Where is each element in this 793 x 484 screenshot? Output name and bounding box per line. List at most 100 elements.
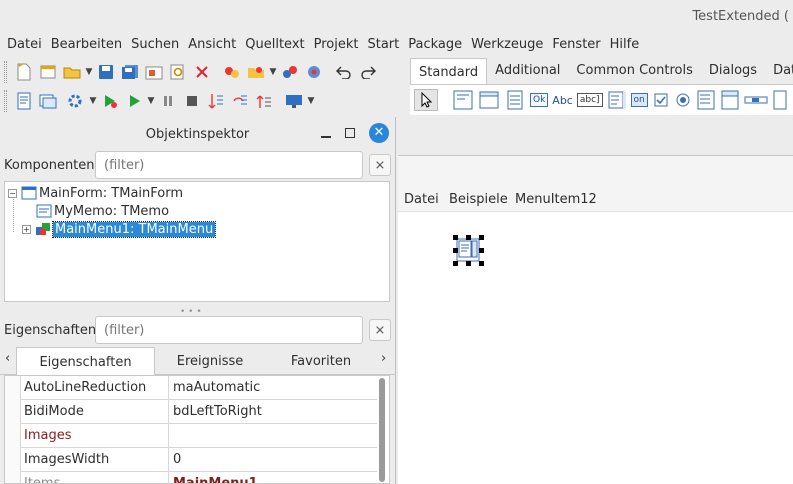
form-menu-datei[interactable]: Datei <box>404 192 439 207</box>
tradiobutton-icon[interactable] <box>674 89 692 111</box>
tcombobox-icon[interactable] <box>720 89 740 111</box>
menu-bearbeiten[interactable]: Bearbeiten <box>48 34 128 56</box>
stop-icon[interactable] <box>180 89 204 113</box>
run-dropdown-icon[interactable]: ▼ <box>146 96 156 106</box>
maximize-icon[interactable] <box>345 128 355 138</box>
build-mode-dropdown-icon[interactable]: ▼ <box>88 96 98 106</box>
project-inspector-icon[interactable] <box>302 60 326 84</box>
selection-handle[interactable] <box>479 235 484 240</box>
view-forms-dropdown-icon[interactable]: ▼ <box>268 67 278 77</box>
tcheckbox-icon[interactable] <box>652 89 670 111</box>
open-dropdown-icon[interactable]: ▼ <box>84 67 94 77</box>
property-row[interactable]: AutoLineReduction maAutomatic <box>21 376 377 400</box>
pointer-tool-icon[interactable] <box>414 89 438 111</box>
project-options-icon[interactable] <box>278 60 302 84</box>
tlabel-icon[interactable]: Abc <box>552 89 573 111</box>
undo-icon[interactable] <box>332 60 356 84</box>
tab-scroll-right-icon[interactable]: › <box>381 351 386 366</box>
menu-werkzeuge[interactable]: Werkzeuge <box>468 34 549 56</box>
tlistbox-icon[interactable] <box>696 89 716 111</box>
tpopupmenu-icon[interactable] <box>504 89 526 111</box>
step-into-icon[interactable] <box>204 89 228 113</box>
tmainmenu-icon[interactable] <box>478 89 500 111</box>
property-row[interactable]: ImagesWidth 0 <box>21 448 377 472</box>
pause-icon[interactable] <box>156 89 180 113</box>
clear-filter-icon[interactable]: ⨯ <box>369 154 391 176</box>
menu-quelltext[interactable]: Quelltext <box>242 34 310 56</box>
selection-handle[interactable] <box>453 261 458 266</box>
selection-handle[interactable] <box>453 248 458 253</box>
tab-ereignisse[interactable]: Ereignisse <box>158 347 262 375</box>
property-value[interactable]: 0 <box>168 448 376 471</box>
components-filter-input[interactable] <box>95 151 363 179</box>
toggle-form-unit-icon[interactable] <box>142 60 166 84</box>
tab-eigenschaften[interactable]: Eigenschaften <box>16 347 155 375</box>
designed-form[interactable]: Datei Beispiele MenuItem12 <box>398 155 793 484</box>
property-value[interactable]: bdLeftToRight <box>168 400 376 423</box>
tedit-icon[interactable]: abc] <box>576 89 603 111</box>
step-over-icon[interactable] <box>228 89 252 113</box>
open-icon[interactable] <box>60 60 84 84</box>
save-all-icon[interactable] <box>118 60 142 84</box>
tframe-icon[interactable] <box>452 89 474 111</box>
menu-suchen[interactable]: Suchen <box>128 34 185 56</box>
redo-icon[interactable] <box>356 60 380 84</box>
property-value[interactable]: MainMenu1 <box>168 472 376 483</box>
view-form-icon[interactable] <box>36 89 60 113</box>
tree-node-mainmenu1[interactable]: + MainMenu1: TMainMenu <box>22 220 217 238</box>
build-mode-icon[interactable] <box>64 89 88 113</box>
palette-tab-common-controls[interactable]: Common Controls <box>568 57 700 84</box>
tgroupbox-icon[interactable] <box>772 89 788 111</box>
selection-handle[interactable] <box>466 235 471 240</box>
toolbar-grip[interactable] <box>4 61 7 83</box>
collapse-icon[interactable]: − <box>8 188 17 198</box>
monitor-dropdown-icon[interactable]: ▼ <box>306 96 316 106</box>
menu-datei[interactable]: Datei <box>4 34 48 56</box>
property-value[interactable]: maAutomatic <box>168 376 376 399</box>
scrollbar-thumb[interactable] <box>379 378 385 482</box>
run-icon[interactable] <box>122 89 146 113</box>
save-icon[interactable] <box>94 60 118 84</box>
tab-scroll-left-icon[interactable]: ‹ <box>5 351 10 366</box>
menu-fenster[interactable]: Fenster <box>549 34 606 56</box>
step-out-icon[interactable] <box>252 89 276 113</box>
menu-package[interactable]: Package <box>405 34 468 56</box>
menu-hilfe[interactable]: Hilfe <box>607 34 646 56</box>
tree-node-mymemo[interactable]: MyMemo: TMemo <box>36 202 169 220</box>
palette-tab-dialogs[interactable]: Dialogs <box>701 57 765 84</box>
selection-handle[interactable] <box>479 261 484 266</box>
palette-tab-data-controls[interactable]: Data C <box>765 57 793 84</box>
run-without-debug-icon[interactable] <box>98 89 122 113</box>
property-value[interactable] <box>168 424 376 447</box>
palette-tab-additional[interactable]: Additional <box>487 57 568 84</box>
palette-tab-standard[interactable]: Standard <box>410 58 488 84</box>
find-icon[interactable] <box>166 60 190 84</box>
tbutton-icon[interactable]: Ok <box>530 89 549 111</box>
close-file-icon[interactable] <box>190 60 214 84</box>
properties-filter-input[interactable] <box>95 316 363 344</box>
menu-ansicht[interactable]: Ansicht <box>185 34 242 56</box>
property-row[interactable]: Items MainMenu1 <box>21 472 377 483</box>
selection-handle[interactable] <box>453 235 458 240</box>
tscrollbar-icon[interactable] <box>744 89 768 111</box>
monitor-icon[interactable] <box>282 89 306 113</box>
ttogglebox-icon[interactable]: on <box>630 89 648 111</box>
expand-icon[interactable]: + <box>22 224 31 234</box>
property-grid-scrollbar[interactable] <box>378 378 386 482</box>
tree-node-mainform[interactable]: − MainForm: TMainForm <box>8 184 183 202</box>
view-code-icon[interactable] <box>12 89 36 113</box>
view-units-icon[interactable] <box>220 60 244 84</box>
property-row[interactable]: BidiMode bdLeftToRight <box>21 400 377 424</box>
tab-favoriten[interactable]: Favoriten <box>268 347 374 375</box>
new-unit-icon[interactable] <box>12 60 36 84</box>
view-forms-icon[interactable] <box>244 60 268 84</box>
property-row[interactable]: Images <box>21 424 377 448</box>
toolbar-grip-2[interactable] <box>4 90 7 112</box>
memo-component-icon[interactable] <box>453 235 484 266</box>
menu-projekt[interactable]: Projekt <box>311 34 365 56</box>
form-menu-beispiele[interactable]: Beispiele <box>449 192 508 207</box>
selection-handle[interactable] <box>466 261 471 266</box>
minimize-icon[interactable] <box>321 136 331 138</box>
new-form-icon[interactable] <box>36 60 60 84</box>
tmemo-icon[interactable] <box>607 89 627 111</box>
